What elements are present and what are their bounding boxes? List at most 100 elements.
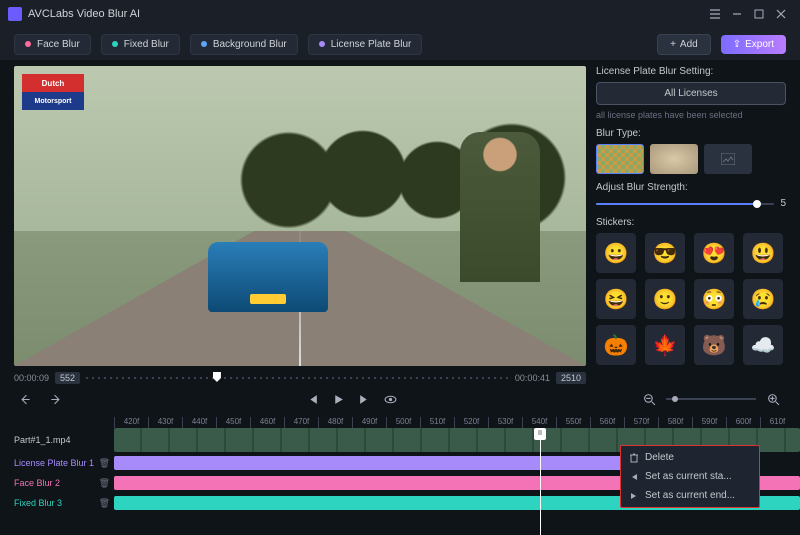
background-blur-mode[interactable]: Background Blur [190, 34, 298, 55]
setting-label: License Plate Blur Setting: [596, 66, 786, 77]
track-file-label: Part#1_1.mp4 [14, 435, 71, 445]
label: Export [745, 39, 774, 50]
car-graphic [208, 242, 328, 312]
sticker-laugh[interactable]: 😆 [596, 279, 636, 319]
tick: 460f [250, 417, 284, 428]
ctx-delete[interactable]: Delete [621, 448, 759, 467]
all-licenses-button[interactable]: All Licenses [596, 82, 786, 105]
strength-slider[interactable] [596, 203, 774, 205]
dot-icon [112, 41, 118, 47]
tick: 490f [352, 417, 386, 428]
transport-bar [0, 386, 800, 412]
export-button[interactable]: ⇪ Export [721, 35, 786, 54]
label: Set as current sta... [645, 471, 732, 482]
delete-track-icon[interactable]: 🗑 [99, 498, 110, 509]
sticker-bear[interactable]: 🐻 [694, 325, 734, 365]
label: Background Blur [213, 39, 287, 50]
scrub-handle[interactable] [213, 372, 221, 382]
play-button[interactable] [329, 390, 347, 408]
current-time: 00:00:09 [14, 373, 49, 383]
close-button[interactable] [770, 3, 792, 25]
sticker-grin[interactable]: 😃 [743, 233, 783, 273]
tick: 570f [624, 417, 658, 428]
tick: 420f [114, 417, 148, 428]
delete-track-icon[interactable]: 🗑 [99, 458, 110, 469]
zoom-in-button[interactable] [764, 390, 782, 408]
tick: 540f [522, 417, 556, 428]
sticker-cloud[interactable]: ☁️ [743, 325, 783, 365]
add-button[interactable]: + Add [657, 34, 711, 55]
tick: 550f [556, 417, 590, 428]
preview-toggle-button[interactable] [381, 390, 399, 408]
video-column: Dutch Motorsport 00:00:09 552 00:00:41 2… [14, 66, 586, 386]
tick: 430f [148, 417, 182, 428]
logo-top: Dutch [22, 74, 84, 92]
tick: 590f [692, 417, 726, 428]
face-blur-mode[interactable]: Face Blur [14, 34, 91, 55]
tick: 600f [726, 417, 760, 428]
scrubber[interactable] [86, 370, 509, 386]
total-time: 00:00:41 [515, 373, 550, 383]
timeline-ruler[interactable]: 420f430f440f450f460f470f480f490f500f510f… [14, 412, 800, 428]
playhead[interactable] [540, 428, 541, 535]
tick: 450f [216, 417, 250, 428]
current-frame: 552 [55, 372, 80, 384]
tick: 440f [182, 417, 216, 428]
undo-button[interactable] [18, 390, 36, 408]
fixed-blur-mode[interactable]: Fixed Blur [101, 34, 180, 55]
label: License Plate Blur [331, 39, 412, 50]
sticker-cool[interactable]: 😎 [645, 233, 685, 273]
redo-button[interactable] [44, 390, 62, 408]
settings-panel: License Plate Blur Setting: All Licenses… [596, 66, 786, 386]
ctx-set-start[interactable]: Set as current sta... [621, 467, 759, 486]
minimize-button[interactable] [726, 3, 748, 25]
tick: 520f [454, 417, 488, 428]
zoom-out-button[interactable] [640, 390, 658, 408]
dot-icon [201, 41, 207, 47]
main-area: Dutch Motorsport 00:00:09 552 00:00:41 2… [0, 60, 800, 386]
plus-icon: + [670, 39, 676, 50]
hamburger-icon[interactable] [704, 3, 726, 25]
track-label: Face Blur 2 [14, 478, 60, 488]
sticker-slight-smile[interactable]: 🙂 [645, 279, 685, 319]
selection-hint: all license plates have been selected [596, 110, 786, 120]
delete-track-icon[interactable]: 🗑 [99, 478, 110, 489]
watermark-logo: Dutch Motorsport [22, 74, 84, 110]
track-label: License Plate Blur 1 [14, 458, 94, 468]
license-plate-blur-mode[interactable]: License Plate Blur [308, 34, 423, 55]
next-frame-button[interactable] [355, 390, 373, 408]
tick: 610f [760, 417, 794, 428]
strength-label: Adjust Blur Strength: [596, 182, 786, 193]
stickers-label: Stickers: [596, 217, 786, 228]
tick: 530f [488, 417, 522, 428]
tick: 560f [590, 417, 624, 428]
label: Set as current end... [645, 490, 735, 501]
tick: 580f [658, 417, 692, 428]
sticker-cry[interactable]: 😢 [743, 279, 783, 319]
ctx-set-end[interactable]: Set as current end... [621, 486, 759, 505]
label: Fixed Blur [124, 39, 169, 50]
blur-type-gaussian[interactable] [650, 144, 698, 174]
label: Delete [645, 452, 674, 463]
sticker-flushed[interactable]: 😳 [694, 279, 734, 319]
logo-bottom: Motorsport [22, 92, 84, 110]
prev-frame-button[interactable] [303, 390, 321, 408]
label: Add [680, 39, 698, 50]
tick: 500f [386, 417, 420, 428]
sticker-leaf[interactable]: 🍁 [645, 325, 685, 365]
video-preview[interactable]: Dutch Motorsport [14, 66, 586, 366]
blur-type-mosaic[interactable] [596, 144, 644, 174]
title-bar: AVCLabs Video Blur AI [0, 0, 800, 28]
tick: 470f [284, 417, 318, 428]
total-frames: 2510 [556, 372, 586, 384]
sticker-pumpkin[interactable]: 🎃 [596, 325, 636, 365]
track-label: Fixed Blur 3 [14, 498, 62, 508]
blur-mode-toolbar: Face Blur Fixed Blur Background Blur Lic… [0, 28, 800, 60]
blur-type-image[interactable] [704, 144, 752, 174]
export-icon: ⇪ [733, 39, 741, 50]
sticker-heart-eyes[interactable]: 😍 [694, 233, 734, 273]
sticker-smile[interactable]: 😀 [596, 233, 636, 273]
label: Face Blur [37, 39, 80, 50]
zoom-slider[interactable] [666, 398, 756, 400]
maximize-button[interactable] [748, 3, 770, 25]
